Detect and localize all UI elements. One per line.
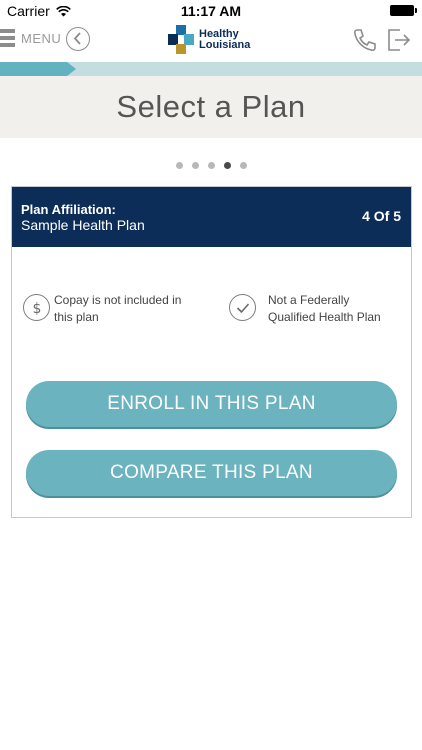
title-band: Select a Plan bbox=[0, 76, 422, 138]
menu-label: MENU bbox=[21, 30, 62, 46]
healthy-louisiana-logo: Healthy Louisiana bbox=[168, 25, 250, 55]
pager-dot[interactable] bbox=[175, 162, 183, 169]
pager-dot[interactable] bbox=[191, 162, 199, 169]
back-button[interactable] bbox=[66, 27, 90, 51]
phone-button[interactable] bbox=[352, 27, 378, 58]
enroll-button[interactable]: ENROLL IN THIS PLAN bbox=[26, 381, 397, 427]
battery-icon bbox=[390, 5, 417, 16]
pager-dot[interactable] bbox=[239, 162, 247, 169]
logo-text: Healthy Louisiana bbox=[199, 29, 250, 51]
nav-bar: MENU Healthy Louisiana bbox=[0, 22, 422, 60]
plan-affiliation-value: Sample Health Plan bbox=[21, 217, 145, 233]
dollar-icon: $ bbox=[23, 294, 50, 321]
feature-fqhp-text: Not a Federally Qualified Health Plan bbox=[268, 292, 381, 326]
page-title: Select a Plan bbox=[116, 89, 306, 124]
compare-button[interactable]: COMPARE THIS PLAN bbox=[26, 450, 397, 496]
feature-fqhp: Not a Federally Qualified Health Plan bbox=[229, 292, 409, 326]
status-time: 11:17 AM bbox=[180, 3, 242, 19]
menu-button[interactable]: MENU bbox=[0, 28, 61, 48]
plan-count: 4 Of 5 bbox=[362, 208, 401, 224]
hamburger-icon bbox=[0, 28, 15, 48]
pager-dot[interactable] bbox=[207, 162, 215, 169]
status-right bbox=[390, 5, 417, 16]
feature-copay-line1: Copay is not included in bbox=[54, 293, 182, 307]
feature-copay-line2: this plan bbox=[54, 310, 99, 324]
logout-button[interactable] bbox=[386, 27, 412, 58]
progress-arrow bbox=[67, 62, 76, 76]
svg-text:$: $ bbox=[32, 301, 41, 317]
feature-fqhp-line2: Qualified Health Plan bbox=[268, 310, 381, 324]
exit-icon bbox=[388, 29, 411, 51]
cross-logo-icon bbox=[168, 25, 194, 54]
phone-icon bbox=[353, 29, 376, 52]
plan-card-header: Plan Affiliation: Sample Health Plan 4 O… bbox=[12, 187, 411, 247]
plan-card: Plan Affiliation: Sample Health Plan 4 O… bbox=[11, 186, 412, 518]
page-indicator bbox=[0, 162, 422, 169]
chevron-left-icon bbox=[73, 32, 81, 45]
progress-fill bbox=[0, 62, 67, 76]
pager-dot[interactable] bbox=[223, 162, 231, 169]
progress-bar bbox=[0, 62, 422, 76]
feature-copay: $ Copay is not included in this plan bbox=[23, 292, 203, 326]
checkmark-icon bbox=[229, 294, 256, 321]
logo-line2: Louisiana bbox=[199, 39, 251, 51]
plan-affiliation-label: Plan Affiliation: bbox=[21, 202, 116, 217]
status-bar: Carrier 11:17 AM bbox=[0, 0, 422, 22]
feature-copay-text: Copay is not included in this plan bbox=[54, 292, 181, 326]
feature-fqhp-line1: Not a Federally bbox=[268, 293, 350, 307]
